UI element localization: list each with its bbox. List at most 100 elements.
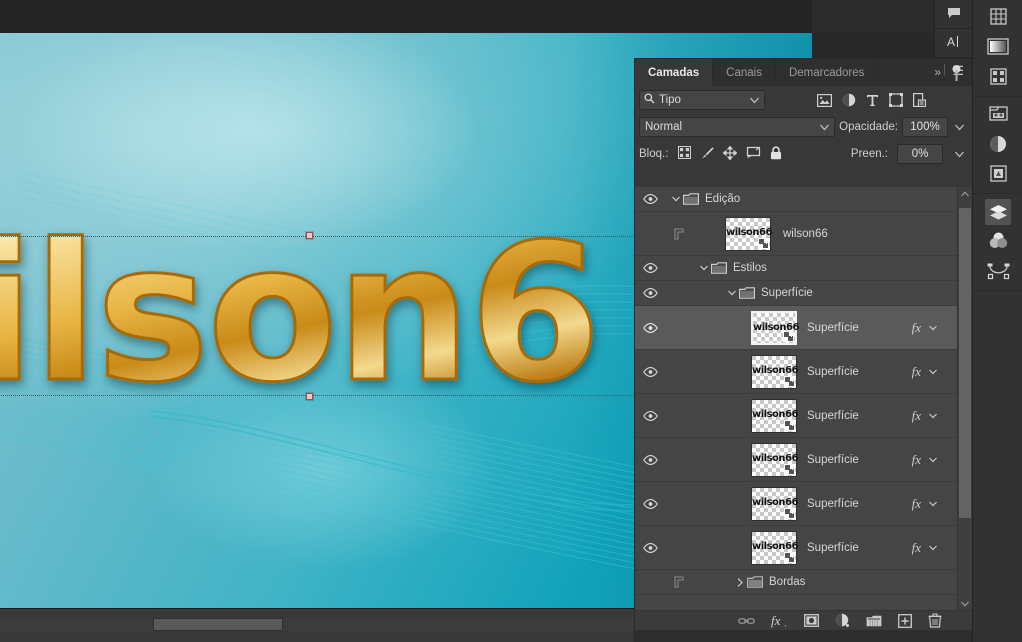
eye-icon[interactable] (635, 288, 665, 298)
chevron-double-right-icon[interactable]: » (934, 65, 939, 79)
chevron-down-icon[interactable] (669, 196, 682, 202)
layer-kind-filter-select[interactable]: Tipo (639, 90, 765, 110)
lock-all-padlock-icon[interactable] (770, 146, 782, 163)
chevron-down-icon[interactable] (750, 95, 759, 107)
layer-list[interactable]: Edição wilson66 (635, 187, 972, 610)
rail-channels[interactable] (973, 227, 1022, 257)
lock-position-move-icon[interactable] (723, 146, 737, 163)
layer-effects-fx-badge[interactable]: fx (912, 364, 921, 380)
tab-canais[interactable]: Canais (713, 59, 776, 86)
new-layer-icon[interactable] (898, 614, 912, 628)
rail-paths[interactable] (973, 257, 1022, 287)
lock-image-brush-icon[interactable] (700, 146, 714, 163)
layer-row-superficie[interactable]: wilson66 Superfície fx (635, 526, 957, 570)
chevron-down-icon[interactable] (929, 367, 937, 377)
mini-panel-type[interactable]: A (935, 29, 972, 58)
layer-effects-fx-badge[interactable]: fx (912, 496, 921, 512)
layer-group-row-superficie[interactable]: Superfície (635, 281, 957, 306)
eye-icon[interactable] (635, 367, 665, 377)
layer-thumbnail[interactable]: wilson66 (751, 443, 797, 477)
layer-thumbnail[interactable]: wilson66 (725, 217, 771, 251)
layer-thumbnail[interactable]: wilson66 (751, 531, 797, 565)
filter-enable-toggle-icon[interactable] (951, 65, 962, 85)
layer-thumbnail[interactable]: wilson66 (751, 355, 797, 389)
rail-histogram-grid[interactable] (973, 3, 1022, 33)
filter-adjustment-icon[interactable] (842, 93, 856, 107)
tab-camadas[interactable]: Camadas (635, 59, 713, 86)
eye-icon[interactable] (635, 499, 665, 509)
scrollbar-thumb[interactable] (959, 208, 971, 518)
layer-row-superficie-selected[interactable]: wilson66 Superfície fx (635, 306, 957, 350)
rail-styles[interactable] (973, 160, 1022, 190)
layer-thumbnail[interactable]: wilson66 (751, 399, 797, 433)
filter-shape-icon[interactable] (889, 93, 903, 107)
layer-group-row-estilos[interactable]: Estilos (635, 256, 957, 281)
rail-adjustments-library[interactable] (973, 100, 1022, 130)
chevron-down-icon[interactable] (929, 543, 937, 553)
add-layer-mask-icon[interactable] (804, 614, 819, 627)
eye-icon[interactable] (635, 543, 665, 553)
filter-type-icon[interactable] (866, 94, 879, 107)
scrollbar-track[interactable] (959, 200, 971, 597)
link-layers-icon[interactable] (738, 616, 755, 626)
chevron-down-icon[interactable] (929, 499, 937, 509)
new-group-folder-icon[interactable] (866, 615, 882, 627)
chevron-down-icon[interactable] (929, 323, 937, 333)
filter-smart-object-icon[interactable] (913, 93, 926, 107)
layer-effects-fx-badge[interactable]: fx (912, 452, 921, 468)
transform-handle-top-center[interactable] (306, 232, 313, 239)
add-layer-style-fx-icon[interactable]: fx (771, 614, 788, 628)
rail-gradient-swatch[interactable] (973, 33, 1022, 63)
layer-row-superficie[interactable]: wilson66 Superfície fx (635, 350, 957, 394)
eye-icon[interactable] (635, 577, 665, 587)
smart-object-badge-icon (784, 420, 795, 431)
filter-pixel-icon[interactable] (817, 94, 832, 107)
fill-stepper[interactable] (952, 144, 966, 164)
caret-down-icon[interactable] (958, 597, 972, 610)
layer-row-wilson66[interactable]: wilson66 wilson66 (635, 212, 957, 256)
rail-patterns[interactable] (973, 63, 1022, 93)
opacity-value: 100% (910, 121, 939, 133)
eye-icon[interactable] (635, 455, 665, 465)
layer-effects-fx-badge[interactable]: fx (912, 408, 921, 424)
fill-input[interactable]: 0% (897, 144, 943, 164)
opacity-stepper[interactable] (952, 117, 966, 137)
caret-up-icon[interactable] (958, 187, 972, 200)
layer-effects-fx-badge[interactable]: fx (912, 540, 921, 556)
eye-icon[interactable] (635, 263, 665, 273)
tab-demarcadores[interactable]: Demarcadores (776, 59, 878, 86)
rail-adjustments[interactable] (973, 130, 1022, 160)
rail-layers[interactable] (973, 197, 1022, 227)
chevron-down-icon[interactable] (929, 455, 937, 465)
chevron-down-icon[interactable] (725, 290, 738, 296)
layer-group-row-bordas[interactable]: Bordas (635, 570, 957, 595)
eye-icon[interactable] (635, 229, 665, 239)
histogram-grid-icon (989, 7, 1008, 29)
lock-nesting-artboard-icon[interactable] (746, 146, 761, 162)
hscroll-thumb[interactable] (153, 618, 283, 631)
layer-group-row-edicao[interactable]: Edição (635, 187, 957, 212)
mini-panel-notes[interactable] (935, 0, 972, 29)
blend-mode-select[interactable]: Normal (639, 117, 835, 137)
chevron-down-icon[interactable] (820, 122, 829, 134)
layer-row-superficie[interactable]: wilson66 Superfície fx (635, 438, 957, 482)
layer-thumbnail[interactable]: wilson66 (751, 311, 797, 345)
layer-effects-fx-badge[interactable]: fx (912, 320, 921, 336)
layer-list-scrollbar[interactable] (957, 187, 972, 610)
eye-icon[interactable] (635, 323, 665, 333)
layer-row-superficie[interactable]: wilson66 Superfície fx (635, 394, 957, 438)
transform-handle-bottom-center[interactable] (306, 393, 313, 400)
layer-row-superficie[interactable]: wilson66 Superfície fx (635, 482, 957, 526)
layer-thumbnail[interactable]: wilson66 (751, 487, 797, 521)
chevron-right-icon[interactable] (733, 578, 746, 587)
eye-icon[interactable] (635, 194, 665, 204)
chevron-down-icon[interactable] (697, 265, 710, 271)
transform-selection-box[interactable] (0, 236, 640, 396)
opacity-input[interactable]: 100% (902, 117, 948, 137)
delete-layer-trash-icon[interactable] (928, 613, 942, 628)
lock-transparency-icon[interactable] (678, 146, 691, 162)
tab-demarcadores-label: Demarcadores (789, 67, 864, 79)
new-adjustment-layer-icon[interactable] (835, 613, 850, 628)
eye-icon[interactable] (635, 411, 665, 421)
chevron-down-icon[interactable] (929, 411, 937, 421)
